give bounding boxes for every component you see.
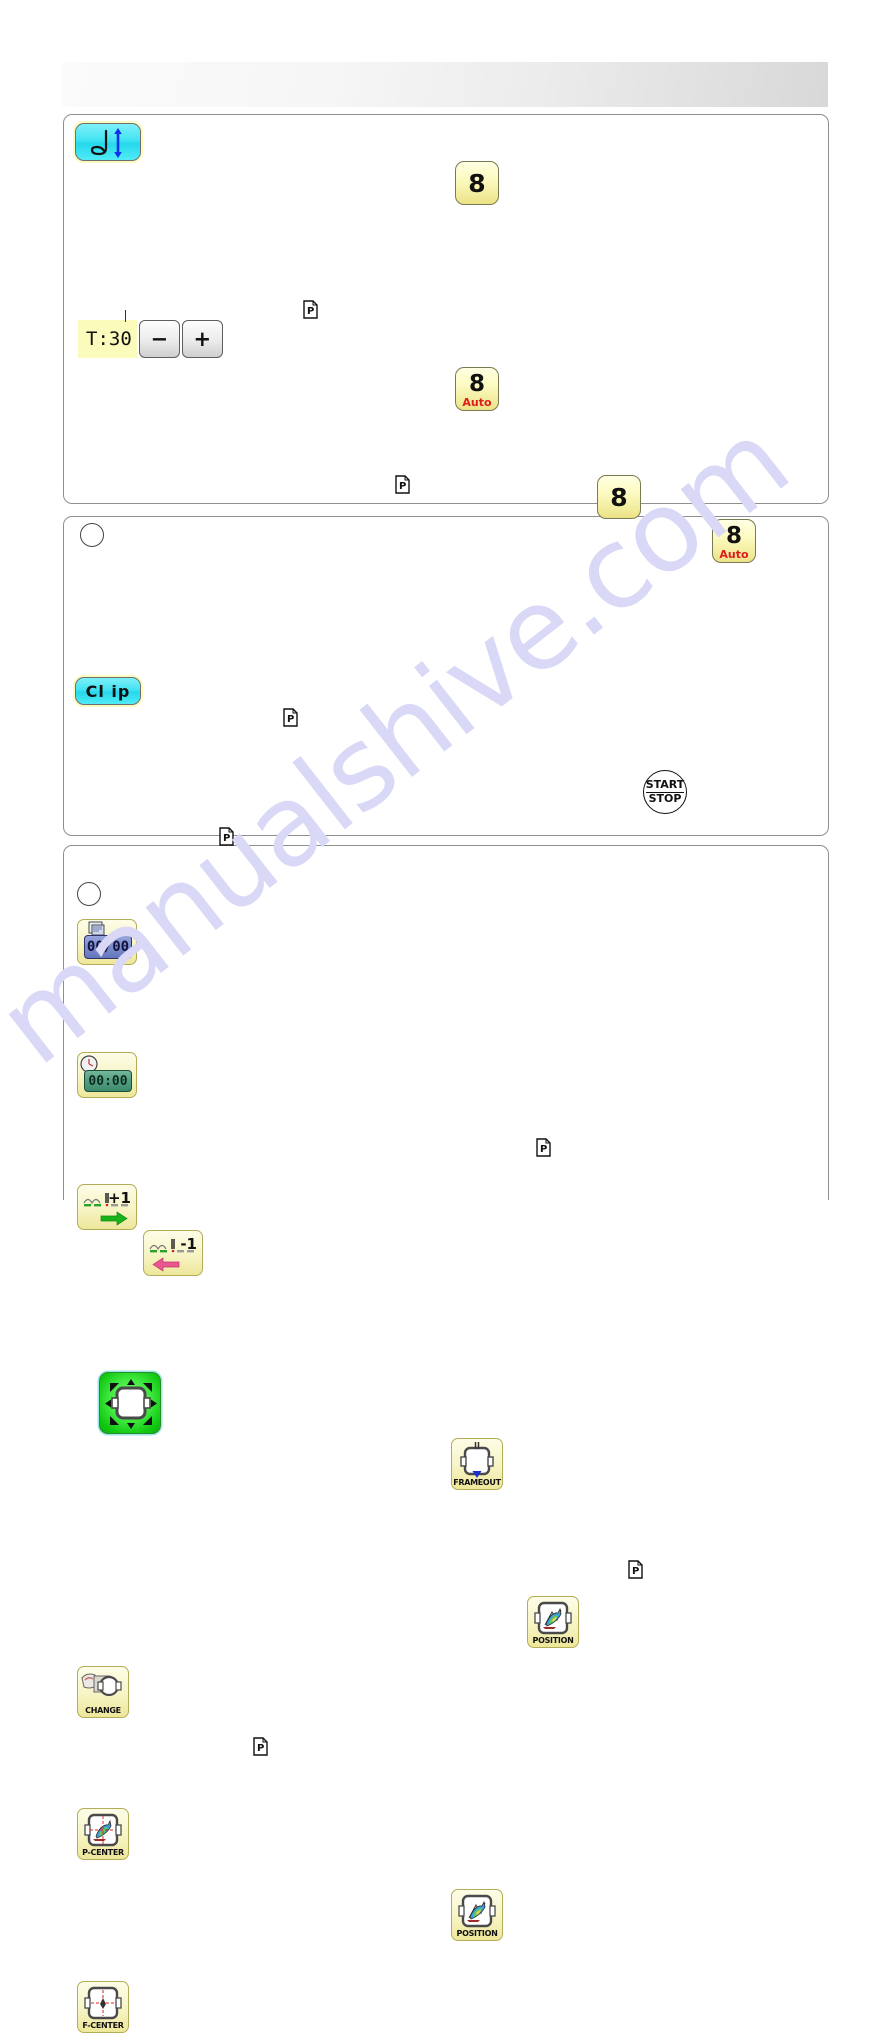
thread-tension-control: T:30 − + [78, 310, 223, 358]
page-reference-icon: P [303, 300, 318, 319]
frame-change-icon [81, 1673, 122, 1697]
stitch-back-key[interactable]: -1 [143, 1230, 203, 1276]
needle-number-auto-label: Auto [462, 395, 492, 409]
stitch-forward-key[interactable]: +1 [77, 1184, 137, 1230]
clip-key[interactable]: Cl ip [75, 677, 141, 705]
page-reference-icon: P [219, 827, 234, 846]
frame-change-label: CHANGE [85, 1706, 121, 1715]
frameout-key[interactable]: FRAMEOUT [451, 1438, 503, 1490]
svg-text:P: P [257, 1743, 264, 1754]
start-stop-button[interactable]: START STOP [643, 770, 687, 814]
thread-trim-key[interactable] [75, 123, 141, 161]
thread-and-tension-panel [63, 114, 829, 504]
frame-center-key[interactable]: F-CENTER [77, 1981, 129, 2033]
frame-movement-panel [63, 845, 829, 1200]
needle-number-auto-value: 8 [468, 370, 485, 397]
start-label: START [645, 778, 685, 793]
needle-number-value: 8 [468, 168, 486, 198]
page-reference-icon: P [536, 1138, 551, 1157]
svg-text:P: P [399, 481, 406, 492]
needle-number-auto-key[interactable]: 8 Auto [455, 367, 499, 411]
frameout-label: FRAMEOUT [453, 1478, 501, 1487]
section-bullet [77, 882, 101, 906]
thread-trim-icon [90, 128, 122, 158]
needle-number-value-2: 8 [610, 482, 628, 512]
needle-number-auto-label-2: Auto [719, 547, 749, 561]
page-reference-icon: P [253, 1737, 268, 1756]
pattern-center-key[interactable]: P-CENTER [77, 1808, 129, 1860]
frame-move-icon [105, 1379, 157, 1429]
page-reference-icon: P [283, 708, 298, 727]
frame-center-label: F-CENTER [82, 2021, 124, 2030]
svg-text:P: P [540, 1144, 547, 1155]
tension-decrease-button[interactable]: − [138, 320, 180, 358]
frameout-icon [460, 1442, 494, 1478]
pattern-center-label: P-CENTER [82, 1848, 124, 1857]
pattern-position-icon [534, 1601, 572, 1635]
needle-number-key-2[interactable]: 8 [597, 475, 641, 519]
needle-number-auto-key-2[interactable]: 8 Auto [712, 519, 756, 563]
frame-change-key[interactable]: CHANGE [77, 1666, 129, 1718]
needle-number-key[interactable]: 8 [455, 161, 499, 205]
stop-label: STOP [648, 792, 682, 805]
tension-increase-button[interactable]: + [181, 320, 223, 358]
stitch-counter-display: 00/00 [84, 935, 132, 959]
frame-move-key[interactable] [99, 1372, 161, 1434]
stitch-counter-key[interactable]: 00/00 [77, 919, 137, 965]
pattern-position-label-2: POSITION [456, 1929, 498, 1938]
pattern-position-key-1[interactable]: POSITION [527, 1596, 579, 1648]
header-bar [62, 62, 828, 107]
svg-text:P: P [287, 714, 294, 725]
tension-value-display: T:30 [78, 320, 137, 358]
page-reference-icon: P [628, 1560, 643, 1579]
pattern-position-label-1: POSITION [532, 1636, 574, 1645]
counter-and-run-panel [63, 516, 829, 836]
timer-display: 00:00 [84, 1070, 132, 1092]
svg-text:P: P [223, 833, 230, 844]
svg-text:P: P [632, 1566, 639, 1577]
section-bullet [80, 523, 104, 547]
pattern-center-icon [84, 1813, 122, 1847]
pattern-position-icon [458, 1894, 496, 1928]
page-reference-icon: P [395, 475, 410, 494]
tension-caret [125, 310, 126, 322]
frame-center-icon [84, 1986, 122, 2020]
pattern-position-key-2[interactable]: POSITION [451, 1889, 503, 1941]
timer-key[interactable]: 00:00 [77, 1052, 137, 1098]
svg-text:P: P [307, 306, 314, 317]
needle-number-auto-value-2: 8 [725, 522, 742, 549]
stitch-forward-icon [83, 1193, 128, 1226]
stitch-back-icon [149, 1239, 194, 1272]
